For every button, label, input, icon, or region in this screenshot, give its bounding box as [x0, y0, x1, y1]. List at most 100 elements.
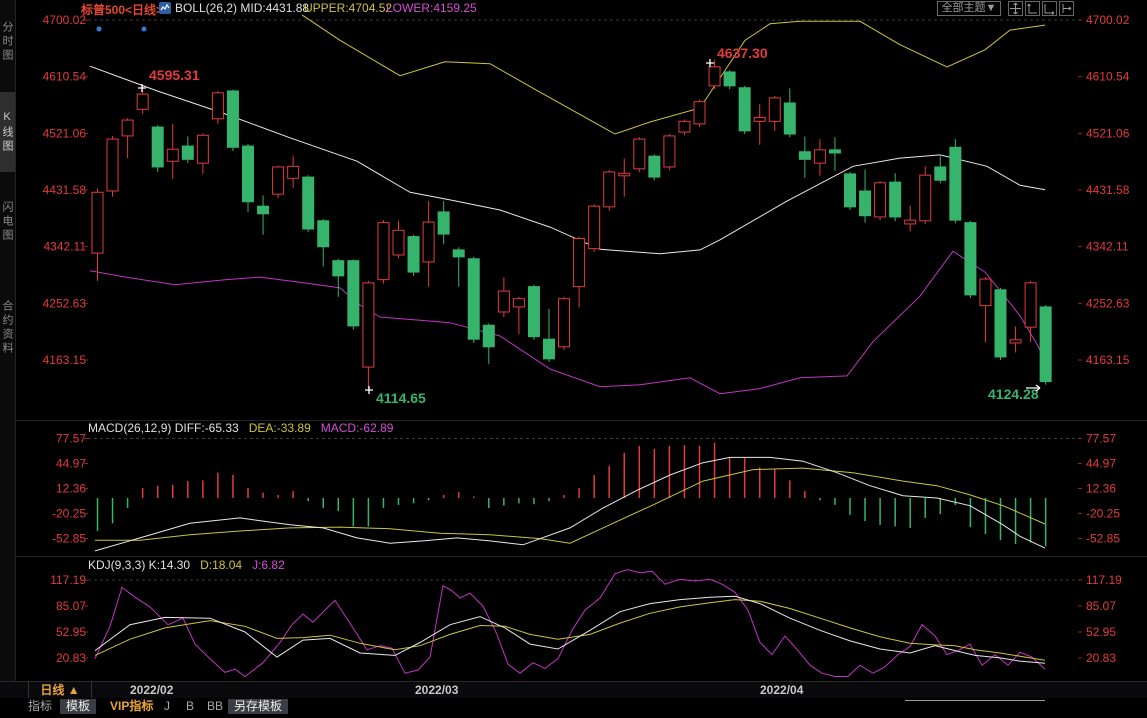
price-axis-label-right-6: 4163.15: [1086, 353, 1130, 367]
boll-lower-label: LOWER:4159.25: [386, 1, 477, 15]
candle-body: [860, 191, 871, 216]
candle-body: [679, 121, 690, 132]
candle-body: [122, 120, 133, 136]
kdj-d-label: D:18.04: [200, 558, 242, 572]
candle-body: [995, 290, 1006, 357]
macd-dea-label: DEA:-33.89: [249, 421, 311, 435]
candle-body: [1040, 307, 1051, 382]
candle-body: [273, 167, 284, 194]
cross-marker-icon: [365, 386, 373, 394]
candle-body: [528, 287, 539, 337]
candle-body: [92, 192, 103, 253]
candle-body: [363, 283, 374, 367]
candle-body: [453, 250, 464, 257]
kdj-axis-label-right-3: 20.83: [1086, 651, 1116, 665]
macd-axis-label-left-3: -20.25: [52, 507, 86, 521]
cross-marker-icon: [706, 59, 714, 67]
sidebar-tab-3[interactable]: 闪电图: [0, 185, 15, 259]
candle-body: [769, 98, 780, 121]
pane-expand-icon[interactable]: [1059, 1, 1074, 16]
period-selector[interactable]: 日线 ▲: [28, 682, 92, 698]
candle-body: [905, 220, 916, 224]
candle-body: [197, 135, 208, 163]
price-axis-label-right-5: 4252.63: [1086, 296, 1130, 310]
candle-body: [890, 182, 901, 217]
candle-body: [513, 299, 524, 307]
macd-axis-label-left-2: 12.36: [56, 482, 86, 496]
candle-body: [393, 230, 404, 255]
kdj-axis-label-left-1: 85.07: [56, 599, 86, 613]
candle-body: [468, 259, 479, 339]
pane-zoom-x-icon[interactable]: [1042, 1, 1057, 16]
candle-body: [574, 239, 585, 287]
price-axis-label-right-1: 4610.54: [1086, 70, 1130, 84]
toolbar-button-1[interactable]: 指标: [22, 699, 58, 714]
crosshair-move-icon[interactable]: [1008, 1, 1023, 16]
price-axis-label-left-6: 4163.15: [43, 353, 87, 367]
candle-body: [829, 150, 840, 153]
candle-body: [152, 127, 163, 167]
sidebar-tab-2[interactable]: K线图: [0, 92, 15, 172]
candle-body: [799, 152, 810, 160]
candle-body: [258, 206, 269, 214]
kdj-j-line: [95, 570, 1045, 677]
macd-axis-label-left-1: 44.97: [56, 457, 86, 471]
candle-body: [348, 261, 359, 326]
bottom-toolbar: 指标模板VIP指标JBBB另存模板: [0, 698, 1147, 718]
candle-body: [634, 139, 645, 169]
cross-marker-icon: [138, 84, 146, 92]
candle-body: [589, 206, 600, 248]
date-label-3: 2022/04: [760, 683, 803, 697]
candle-body: [845, 174, 856, 207]
kdj-j-label: J:6.82: [252, 558, 285, 572]
boll-chart-icon: [159, 2, 171, 17]
toolbar-button-3[interactable]: VIP指标: [104, 699, 159, 714]
candle-body: [438, 212, 449, 234]
toolbar-button-2[interactable]: 模板: [60, 699, 96, 714]
candle-body: [980, 279, 991, 306]
symbol-title: 标普500<日线>: [81, 1, 163, 18]
candle-body: [288, 166, 299, 178]
candle-body: [724, 72, 735, 86]
macd-axis-label-right-1: 44.97: [1086, 457, 1116, 471]
candle-body: [182, 146, 193, 159]
toolbar-button-7[interactable]: 另存模板: [228, 699, 288, 714]
candle-body: [754, 118, 765, 122]
candle-body: [784, 103, 795, 134]
chart-canvas[interactable]: 4700.024700.024610.544610.544521.064521.…: [0, 0, 1147, 718]
sidebar-tab-1[interactable]: 分时图: [0, 5, 15, 79]
candle-body: [378, 223, 389, 280]
candle-body: [107, 139, 118, 191]
candle-body: [814, 150, 825, 163]
macd-diff-line: [95, 457, 1045, 551]
candle-body: [318, 221, 329, 247]
toolbar-button-6[interactable]: BB: [201, 699, 229, 714]
toolbar-button-4[interactable]: J: [158, 699, 176, 714]
event-dot-icon: [97, 27, 102, 32]
kdj-axis-label-left-2: 52.95: [56, 625, 86, 639]
candle-body: [423, 222, 434, 262]
candle-body: [483, 325, 494, 347]
sidebar-tab-4[interactable]: 合约资料: [0, 276, 15, 380]
candle-body: [212, 93, 223, 119]
candle-body: [965, 223, 976, 295]
macd-dea-line: [95, 468, 1045, 543]
macd-name-diff-label: MACD(26,12,9) DIFF:-65.33: [88, 421, 239, 435]
price-annotation-2: 4637.30: [717, 45, 768, 61]
kdj-axis-label-left-3: 20.83: [56, 651, 86, 665]
theme-selector-button[interactable]: 全部主题▼: [937, 1, 1001, 16]
candle-body: [1025, 283, 1036, 327]
macd-axis-label-left-0: 77.57: [56, 432, 86, 446]
price-axis-label-right-3: 4431.58: [1086, 183, 1130, 197]
macd-value-label: MACD:-62.89: [321, 421, 394, 435]
pane-zoom-y-icon[interactable]: [1025, 1, 1040, 16]
kdj-axis-label-right-0: 117.19: [1086, 573, 1122, 587]
candle-body: [935, 167, 946, 180]
boll-mid-label: BOLL(26,2) MID:4431.88: [175, 1, 309, 15]
price-annotation-3: 4114.65: [376, 390, 426, 406]
candle-body: [559, 299, 570, 347]
candle-body: [544, 339, 555, 359]
price-axis-label-right-2: 4521.06: [1086, 126, 1130, 140]
toolbar-button-5[interactable]: B: [180, 699, 200, 714]
chart-scrollbar[interactable]: [905, 700, 1045, 701]
